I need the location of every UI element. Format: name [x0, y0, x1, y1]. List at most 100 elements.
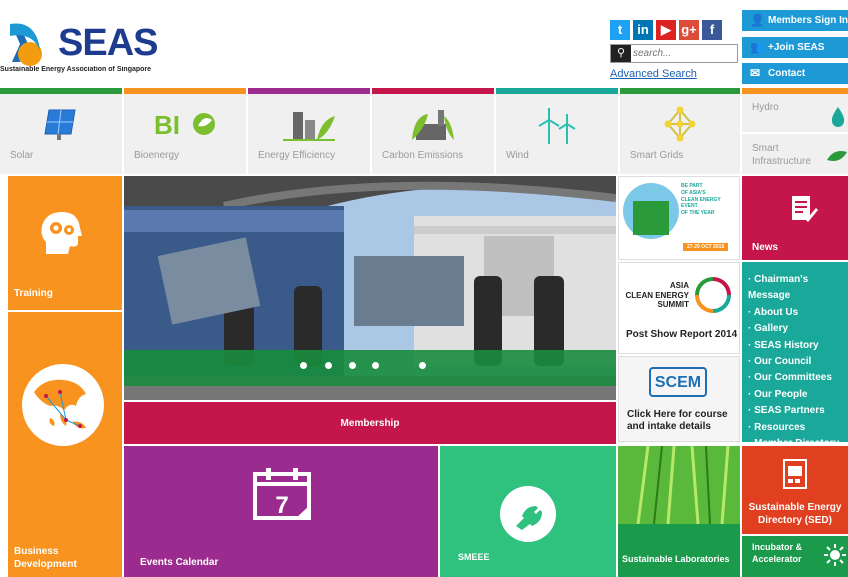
asia-map-icon [22, 364, 104, 446]
events-calendar-tile[interactable]: 7 Events Calendar [124, 446, 438, 577]
smeee-label: SMEEE [458, 551, 490, 562]
svg-text:BI: BI [154, 110, 180, 140]
poster-date: 27-29 OCT 2015 [683, 243, 729, 251]
contact-button[interactable]: ✉ Contact [742, 63, 848, 84]
about-link[interactable]: · Gallery [748, 321, 848, 337]
training-label: Training [14, 287, 53, 299]
join-seas-button[interactable]: 👥 +Join SEAS [742, 37, 848, 58]
poster-line: BE PART [681, 183, 703, 189]
event-poster-tile[interactable]: BE PART OF ASIA'S CLEAN ENERGY EVENT OF … [618, 176, 740, 260]
about-links-panel: · Chairman's Message · About Us · Gallery ·… [742, 262, 848, 442]
hero-caption-band [124, 350, 616, 386]
scem-tile[interactable]: SCEM Click Here for course and intake de… [618, 356, 740, 442]
youtube-icon[interactable]: ▶ [656, 20, 676, 40]
slide-dot[interactable] [300, 362, 307, 369]
category-carbon-emissions[interactable]: Carbon Emissions [372, 88, 494, 174]
slide-dot[interactable] [372, 362, 379, 369]
news-label: News [752, 241, 779, 253]
about-link[interactable]: · SEAS Partners [748, 403, 848, 419]
add-user-icon: 👥 [750, 40, 765, 54]
asia-clean-energy-summit-tile[interactable]: ASIA CLEAN ENERGY SUMMIT Post Show Repor… [618, 262, 740, 354]
sun-icon [824, 544, 846, 566]
grid-icon [664, 106, 696, 142]
acs-report-link[interactable]: Post Show Report 2014 [626, 329, 737, 340]
google-plus-icon[interactable]: g+ [679, 20, 699, 40]
category-label: Solar [10, 149, 34, 161]
hero-slideshow[interactable] [124, 176, 616, 400]
seas-logo-icon [10, 23, 42, 66]
business-development-label: Business Development [14, 546, 77, 570]
members-sign-in-button[interactable]: 👤 Members Sign In [742, 10, 848, 31]
search-icon[interactable]: ⚲ [611, 45, 631, 62]
category-hydro[interactable]: Hydro [742, 88, 848, 132]
advanced-search-link[interactable]: Advanced Search [610, 68, 697, 80]
head-gears-icon [41, 212, 82, 254]
acs-line: ASIA [669, 281, 689, 290]
sed-label: Sustainable Energy Directory (SED) [748, 502, 842, 526]
user-icon: 👤 [750, 13, 765, 27]
category-label: Smart Infrastructure [752, 143, 811, 167]
training-tile[interactable]: Training [8, 176, 122, 310]
contact-label: Contact [768, 68, 806, 79]
category-label: Bioenergy [134, 149, 180, 161]
wind-turbine-icon [538, 108, 576, 144]
poster-line: OF THE YEAR [681, 210, 715, 216]
about-link[interactable]: · SEAS History [748, 338, 848, 354]
calendar-day: 7 [275, 492, 289, 519]
sustainable-laboratories-tile[interactable]: Sustainable Laboratories [618, 446, 740, 577]
smeee-tile[interactable]: SMEEE [440, 446, 616, 577]
about-link[interactable]: · Our People [748, 387, 848, 403]
logo-tagline: Sustainable Energy Association of Singap… [0, 66, 152, 73]
membership-label: Membership [340, 418, 400, 429]
acs-swirl-icon [695, 277, 731, 313]
news-tile[interactable]: News [742, 176, 848, 260]
membership-tile[interactable]: Membership [124, 402, 616, 444]
business-development-tile[interactable]: Business Development [8, 312, 122, 577]
search-input[interactable] [633, 46, 733, 61]
category-wind[interactable]: Wind [496, 88, 618, 174]
category-bioenergy[interactable]: BI Bioenergy [124, 88, 246, 174]
linkedin-icon[interactable]: in [633, 20, 653, 40]
category-label: Energy Efficiency [258, 149, 336, 161]
acs-line: SUMMIT [657, 300, 689, 310]
about-link[interactable]: · About Us [748, 305, 848, 321]
about-link[interactable]: · Resources [748, 420, 848, 436]
acs-logo-text: ASIA CLEAN ENERGY SUMMIT [625, 281, 689, 310]
category-label: Smart Grids [630, 149, 684, 161]
about-link[interactable]: · Chairman's Message [748, 272, 848, 305]
plug-icon [500, 486, 556, 542]
poster-headline: BE PART OF ASIA'S CLEAN ENERGY EVENT OF … [681, 183, 721, 217]
members-sign-in-label: Members Sign In [768, 15, 848, 26]
incubator-tile[interactable]: Incubator & Accelerator [742, 536, 848, 577]
acs-line: CLEAN ENERGY [625, 290, 689, 300]
sed-tile[interactable]: Sustainable Energy Directory (SED) [742, 446, 848, 534]
category-label: Wind [506, 149, 529, 161]
solar-panel-icon [44, 109, 76, 140]
scem-logo: SCEM [649, 367, 707, 397]
category-solar[interactable]: Solar [0, 88, 122, 174]
slide-dot[interactable] [419, 362, 426, 369]
envelope-icon: ✉ [750, 66, 761, 80]
grass-photo [618, 446, 740, 524]
news-document-icon [792, 196, 818, 222]
twitter-icon[interactable]: t [610, 20, 630, 40]
scem-text: Click Here for course and intake details [627, 409, 728, 432]
category-energy-efficiency[interactable]: Energy Efficiency [248, 88, 370, 174]
search-box[interactable]: ⚲ [610, 44, 738, 63]
slide-dot[interactable] [325, 362, 332, 369]
about-links-list: · Chairman's Message · About Us · Gallery ·… [742, 262, 848, 442]
about-link[interactable]: · Our Council [748, 354, 848, 370]
category-smart-grids[interactable]: Smart Grids [620, 88, 740, 174]
directory-book-icon [783, 459, 807, 489]
slide-dot[interactable] [349, 362, 356, 369]
about-link[interactable]: · Our Committees [748, 370, 848, 386]
events-calendar-label: Events Calendar [140, 556, 219, 568]
logo-text: SEAS [58, 22, 158, 64]
about-link[interactable]: · Member Directory [748, 436, 848, 442]
category-label: Hydro [752, 102, 779, 113]
join-seas-label: +Join SEAS [768, 42, 825, 53]
category-smart-infrastructure[interactable]: Smart Infrastructure [742, 134, 848, 174]
logo[interactable]: SEAS Sustainable Energy Association of S… [0, 18, 174, 78]
facebook-icon[interactable]: f [702, 20, 722, 40]
poster-line: OF ASIA'S [681, 189, 706, 196]
